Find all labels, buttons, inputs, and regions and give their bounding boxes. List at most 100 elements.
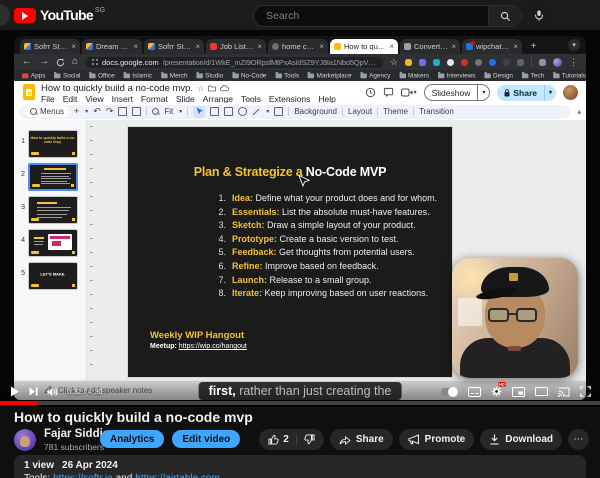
chrome-menu-icon[interactable]: ⋮ <box>569 57 578 68</box>
new-slide-dropdown-icon[interactable]: ▾ <box>85 108 88 115</box>
star-icon[interactable]: ☆ <box>197 84 204 93</box>
search-bar[interactable]: Search <box>253 5 522 27</box>
text-box-icon[interactable] <box>210 107 220 116</box>
version-history-icon[interactable] <box>365 87 376 98</box>
edit-video-button[interactable]: Edit video <box>172 430 241 448</box>
fullscreen-button[interactable] <box>580 386 591 397</box>
menus-search-button[interactable]: Menus <box>25 106 70 117</box>
youtube-logo[interactable]: YouTube SG <box>14 7 105 23</box>
browser-tab-active[interactable]: How to quickly build a <box>330 39 398 54</box>
play-button[interactable] <box>10 386 20 397</box>
subtitles-button[interactable] <box>468 386 481 397</box>
extension-icon[interactable] <box>539 58 546 66</box>
slide-thumbnail-2-selected[interactable] <box>28 163 78 191</box>
channel-avatar[interactable] <box>14 429 36 451</box>
slide-thumbnail-1[interactable]: How to quickly build a no-code mvp. <box>28 130 78 158</box>
tab-close-icon[interactable] <box>319 43 324 51</box>
theater-mode-button[interactable] <box>535 387 548 396</box>
search-input[interactable]: Search <box>266 10 488 22</box>
tab-close-icon[interactable] <box>451 43 456 51</box>
insert-line-icon[interactable] <box>252 108 260 116</box>
extension-icon[interactable] <box>517 58 524 66</box>
print-icon[interactable] <box>118 107 128 116</box>
tab-close-icon[interactable] <box>195 43 200 51</box>
transition-button[interactable]: Transition <box>419 107 454 116</box>
home-button[interactable]: ⌂ <box>72 57 78 67</box>
move-folder-icon[interactable] <box>208 85 217 92</box>
document-title[interactable]: How to quickly build a no-code mvp. <box>41 83 193 94</box>
bookmark-nocode[interactable]: No-Code <box>232 71 266 79</box>
bookmark-tools[interactable]: Tools <box>275 71 299 79</box>
miniplayer-button[interactable] <box>512 386 525 397</box>
forward-button[interactable]: → <box>39 57 49 67</box>
share-button[interactable]: Share ▾ <box>497 84 556 101</box>
tab-close-icon[interactable] <box>257 43 262 51</box>
theme-button[interactable]: Theme <box>383 107 408 116</box>
progress-bar[interactable] <box>0 401 600 405</box>
select-tool-button[interactable] <box>193 105 206 118</box>
bookmark-tech[interactable]: Tech <box>521 71 544 79</box>
tab-close-icon[interactable] <box>71 43 76 51</box>
chrome-profile-avatar[interactable] <box>553 57 562 67</box>
layout-button[interactable]: Layout <box>348 107 372 116</box>
video-player[interactable]: Sofrr Studio Dream Jobs in Tech Sofrr St… <box>0 30 600 407</box>
description-link-airtable[interactable]: https://airtable.com <box>135 473 219 478</box>
insert-placeholder-icon[interactable] <box>274 107 284 116</box>
new-tab-button[interactable] <box>527 40 540 53</box>
description-box[interactable]: 1 view 26 Apr 2024 Tools: https://softr.… <box>14 455 586 478</box>
extension-icon[interactable] <box>461 58 468 66</box>
cast-icon[interactable] <box>558 387 570 397</box>
extension-icon[interactable] <box>475 58 482 66</box>
next-button[interactable] <box>29 387 38 396</box>
paint-format-icon[interactable] <box>132 107 142 116</box>
cloud-status-icon[interactable] <box>220 85 230 92</box>
search-button[interactable] <box>488 6 521 26</box>
description-link-softr[interactable]: https://softr.io <box>53 473 112 478</box>
insert-shape-icon[interactable] <box>238 107 248 116</box>
extension-icon[interactable] <box>419 58 426 66</box>
extension-icon[interactable] <box>433 58 440 66</box>
bookmark-design[interactable]: Design <box>484 71 513 79</box>
bookmark-interviews[interactable]: Interviews <box>437 71 475 79</box>
browser-tab-7[interactable]: Convert Case | Conv <box>400 39 460 54</box>
bookmark-marketplace[interactable]: Marketplace <box>307 71 352 79</box>
zoom-icon[interactable] <box>152 108 160 115</box>
settings-button[interactable]: HD <box>491 382 506 397</box>
bookmark-tutorials[interactable]: Tutorials & Courses <box>552 71 586 79</box>
slides-account-avatar[interactable] <box>563 85 578 100</box>
bookmark-makers[interactable]: Makers <box>399 71 429 79</box>
line-dropdown-icon[interactable]: ▾ <box>266 108 269 115</box>
comments-icon[interactable] <box>383 87 394 98</box>
volume-icon[interactable] <box>47 387 58 397</box>
bookmark-studio[interactable]: Studio <box>196 71 223 79</box>
bookmark-agency[interactable]: Agency <box>360 71 390 79</box>
slide-thumbnail-3[interactable] <box>28 196 78 224</box>
share-button-yt[interactable]: Share <box>329 429 393 450</box>
share-dropdown-icon[interactable]: ▾ <box>543 84 556 101</box>
promote-button[interactable]: Promote <box>398 429 475 450</box>
bookmark-social[interactable]: Social <box>54 71 80 79</box>
extension-icon[interactable] <box>489 58 496 66</box>
bookmark-islamic[interactable]: Islamic <box>123 71 152 79</box>
browser-tab-1[interactable]: Sofrr Studio <box>20 39 80 54</box>
redo-button[interactable]: ↷ <box>106 107 114 116</box>
extension-icon[interactable] <box>405 58 412 66</box>
slide-thumbnail-5[interactable]: LET'S MAKE. <box>28 262 78 290</box>
insert-image-icon[interactable] <box>224 107 234 116</box>
undo-button[interactable]: ↶ <box>93 107 101 116</box>
zoom-level-select[interactable]: Fit <box>164 107 173 116</box>
reload-button[interactable] <box>56 58 65 67</box>
tab-close-icon[interactable] <box>133 43 138 51</box>
tab-close-icon[interactable] <box>513 43 518 51</box>
tab-close-icon[interactable] <box>389 43 394 51</box>
new-slide-button[interactable]: + <box>74 107 79 116</box>
slide-canvas[interactable]: Plan & Strategize a No-Code MVP 1. Idea: … <box>128 127 452 377</box>
address-bar[interactable]: docs.google.com /presentation/d/1WkE_mZI… <box>85 56 383 68</box>
analytics-button[interactable]: Analytics <box>100 430 165 448</box>
collapse-toolbar-icon[interactable] <box>574 108 581 115</box>
tab-search-button[interactable] <box>568 39 580 51</box>
background-button[interactable]: Background <box>294 107 337 116</box>
autoplay-toggle[interactable] <box>441 386 458 397</box>
bookmark-apps[interactable]: Apps <box>22 72 45 79</box>
extension-icon[interactable] <box>503 58 510 66</box>
